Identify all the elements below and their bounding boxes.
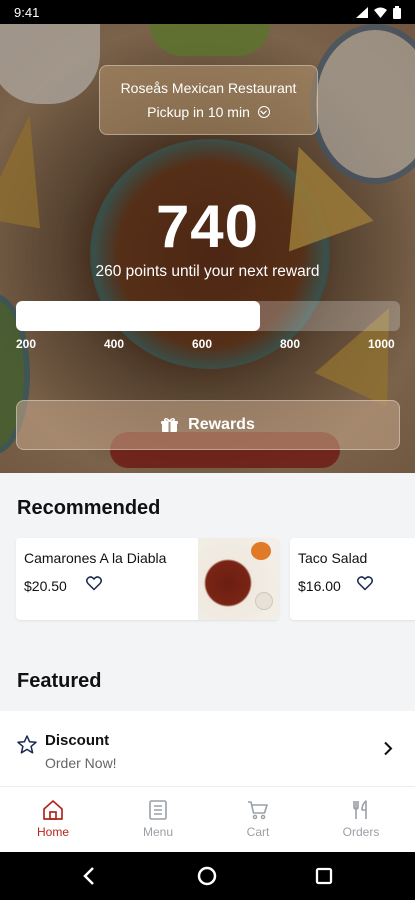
recommended-item-card[interactable]: Camarones A la Diabla $20.50 bbox=[16, 538, 279, 620]
star-icon bbox=[17, 735, 37, 754]
points-balance: 740 bbox=[155, 193, 260, 260]
status-bar: 9:41 bbox=[0, 0, 415, 24]
restaurant-name: Roseås Mexican Restaurant bbox=[120, 80, 297, 96]
home-button-icon[interactable] bbox=[197, 866, 217, 886]
home-icon bbox=[43, 800, 63, 820]
item-image-side bbox=[255, 592, 273, 610]
progress-tick-label: 1000 bbox=[368, 337, 395, 351]
wifi-icon bbox=[374, 7, 387, 18]
featured-item-title: Discount bbox=[45, 732, 110, 749]
recommended-item-card[interactable]: Taco Salad $16.00 bbox=[290, 538, 415, 620]
item-image-side bbox=[251, 542, 271, 560]
item-name: Taco Salad bbox=[298, 550, 368, 566]
pickup-row: Pickup in 10 min bbox=[100, 104, 317, 120]
nav-home[interactable]: Home bbox=[13, 787, 93, 853]
heart-icon[interactable] bbox=[86, 576, 102, 591]
featured-item-subtitle: Order Now! bbox=[45, 755, 117, 771]
progress-tick-label: 800 bbox=[280, 337, 301, 351]
recents-icon[interactable] bbox=[315, 867, 333, 885]
back-icon[interactable] bbox=[82, 866, 96, 886]
nav-orders-label: Orders bbox=[342, 825, 380, 839]
points-subtitle: 260 points until your next reward bbox=[95, 263, 320, 280]
utensils-icon bbox=[353, 800, 367, 819]
item-name: Camarones A la Diabla bbox=[24, 550, 167, 566]
recommended-title: Recommended bbox=[17, 497, 161, 519]
nav-orders[interactable]: Orders bbox=[321, 787, 401, 853]
item-price: $20.50 bbox=[24, 578, 67, 594]
gift-icon bbox=[161, 417, 179, 432]
status-time: 9:41 bbox=[14, 4, 40, 20]
nav-menu-label: Menu bbox=[142, 825, 174, 839]
bottom-nav: Home Menu Cart Orders bbox=[0, 786, 415, 852]
rewards-button-label: Rewards bbox=[188, 416, 255, 433]
nav-home-label: Home bbox=[36, 825, 69, 839]
signal-icon bbox=[356, 6, 368, 18]
nav-cart-label: Cart bbox=[246, 825, 270, 839]
progress-tick-label: 400 bbox=[104, 337, 125, 351]
menu-icon bbox=[149, 800, 167, 820]
system-nav-bar bbox=[0, 852, 415, 900]
progress-tick-label: 200 bbox=[16, 337, 37, 351]
rewards-progress-bar bbox=[16, 301, 400, 331]
chevron-right-icon bbox=[384, 741, 393, 756]
nav-menu[interactable]: Menu bbox=[118, 787, 198, 853]
heart-icon[interactable] bbox=[357, 576, 373, 591]
pickup-time: Pickup in 10 min bbox=[147, 104, 250, 120]
rewards-button[interactable]: Rewards bbox=[16, 400, 400, 450]
item-image bbox=[198, 538, 279, 620]
cart-icon bbox=[248, 801, 268, 820]
featured-title: Featured bbox=[17, 670, 102, 692]
battery-icon bbox=[393, 5, 401, 19]
rewards-progress-fill bbox=[16, 301, 260, 331]
featured-item-discount[interactable]: Discount Order Now! bbox=[0, 711, 415, 786]
status-icons bbox=[356, 5, 401, 19]
restaurant-selector[interactable]: Roseås Mexican Restaurant Pickup in 10 m… bbox=[99, 65, 318, 135]
chevron-down-circle-icon bbox=[257, 106, 270, 118]
progress-tick-label: 600 bbox=[192, 337, 213, 351]
item-price: $16.00 bbox=[298, 578, 341, 594]
rewards-hero: Roseås Mexican Restaurant Pickup in 10 m… bbox=[0, 24, 415, 473]
nav-cart[interactable]: Cart bbox=[218, 787, 298, 853]
